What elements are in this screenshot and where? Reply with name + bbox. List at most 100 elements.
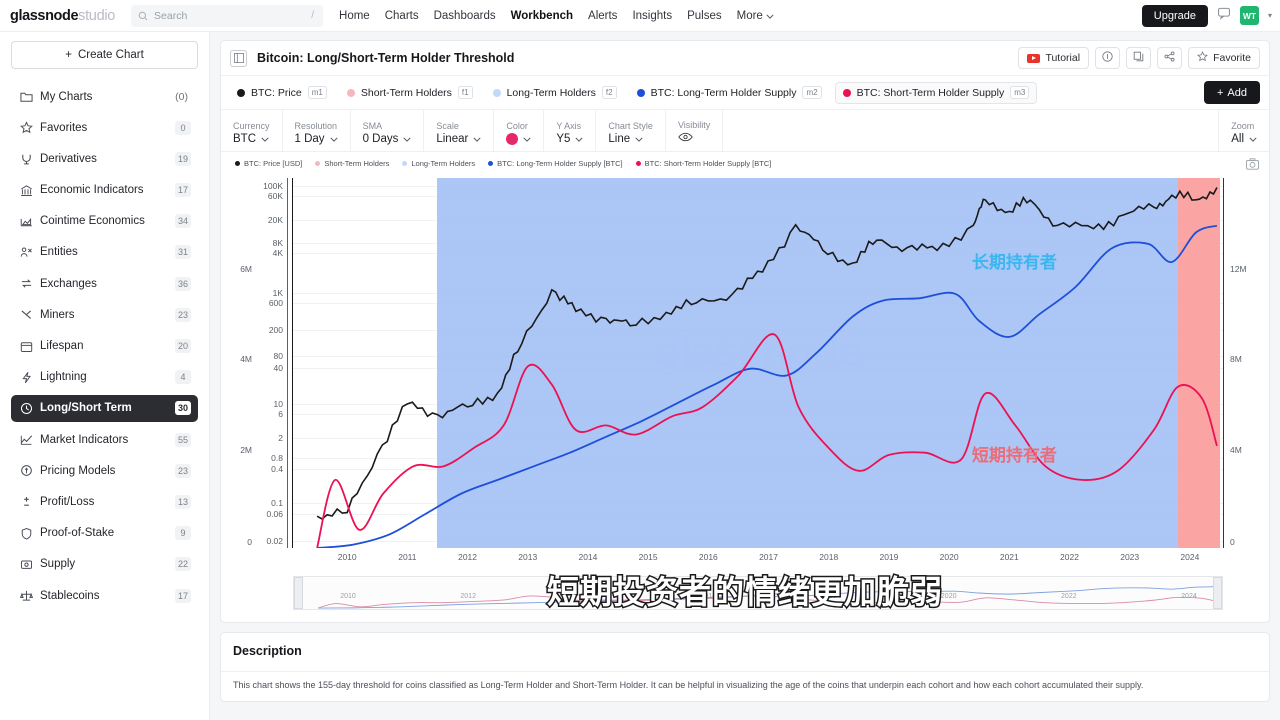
control-currency[interactable]: Currency BTC — [221, 110, 283, 151]
y-tick-right: 12M — [1230, 263, 1247, 274]
nav-more-menu[interactable]: More — [737, 10, 774, 22]
x-tick: 2023 — [1120, 552, 1140, 562]
y-tick-left-inner: 600 — [268, 297, 283, 308]
legend-label: Short-Term Holders — [324, 159, 390, 168]
sidebar-item-long-short-term[interactable]: Long/Short Term 30 — [11, 394, 198, 422]
sidebar-item-my-charts[interactable]: My Charts (0) — [11, 83, 198, 110]
control-sma[interactable]: SMA 0 Days — [351, 110, 425, 151]
chevron-down-icon — [766, 10, 774, 22]
nav-link-charts[interactable]: Charts — [385, 10, 419, 22]
metric-chip-4[interactable]: BTC: Long-Term Holder Supply m2 — [630, 82, 829, 104]
color-swatch — [506, 132, 519, 145]
sidebar-item-count: 17 — [174, 588, 191, 603]
sidebar-item-label: Supply — [40, 558, 76, 571]
sidebar-item-derivatives[interactable]: Derivatives 19 — [11, 145, 198, 172]
zoom-label: Zoom — [1231, 120, 1255, 131]
nav-link-dashboards[interactable]: Dashboards — [434, 10, 496, 22]
sidebar-item-count: 0 — [175, 120, 191, 135]
sidebar-item-market-indicators[interactable]: Market Indicators 55 — [11, 426, 198, 453]
range-year-tick: 2016 — [700, 593, 717, 600]
nav-link-pulses[interactable]: Pulses — [687, 10, 722, 22]
control-visibility[interactable]: Visibility — [666, 110, 724, 151]
copy-icon — [1133, 51, 1144, 65]
legend-item-3[interactable]: Long-Term Holders — [402, 159, 475, 168]
search-input[interactable]: Search / — [131, 4, 324, 27]
zoom-control[interactable]: Zoom All — [1218, 110, 1269, 151]
add-metric-button[interactable]: + Add — [1203, 81, 1260, 104]
control-color[interactable]: Color — [494, 110, 545, 151]
legend-item-5[interactable]: BTC: Short-Term Holder Supply [BTC] — [635, 159, 771, 168]
sidebar-item-pricing-models[interactable]: Pricing Models 23 — [11, 457, 198, 484]
toggle-panel-icon[interactable] — [230, 49, 247, 67]
sidebar-item-count: 36 — [174, 276, 191, 291]
brand-logo[interactable]: glassnode studio — [0, 8, 115, 24]
metric-chip-1[interactable]: BTC: Price m1 — [230, 82, 334, 104]
control-scale[interactable]: Scale Linear — [424, 110, 495, 151]
legend-item-1[interactable]: BTC: Price [USD] — [235, 159, 302, 168]
legend-item-2[interactable]: Short-Term Holders — [315, 159, 389, 168]
zoom-value: All — [1231, 132, 1244, 145]
range-selector-preview — [294, 577, 1222, 609]
nav-link-insights[interactable]: Insights — [632, 10, 672, 22]
metric-shortcut: f1 — [457, 86, 473, 99]
chevron-down-icon — [329, 133, 338, 145]
sidebar-item-miners[interactable]: Miners 23 — [11, 301, 198, 328]
sidebar-item-economic-indicators[interactable]: Economic Indicators 17 — [11, 177, 198, 204]
chevron-down-icon — [575, 133, 583, 145]
create-chart-button[interactable]: + Create Chart — [11, 41, 198, 69]
sidebar-item-label: Miners — [40, 308, 75, 321]
account-chevron-down-icon[interactable]: ▾ — [1268, 11, 1272, 20]
sidebar-item-exchanges[interactable]: Exchanges 36 — [11, 270, 198, 297]
metric-chip-3[interactable]: Long-Term Holders f2 — [486, 82, 624, 104]
sidebar-item-lifespan[interactable]: Lifespan 20 — [11, 333, 198, 360]
info-button[interactable] — [1095, 47, 1121, 69]
control-label: Y Axis — [556, 120, 582, 131]
sidebar-item-cointime-economics[interactable]: Cointime Economics 34 — [11, 208, 198, 235]
sidebar-item-supply[interactable]: Supply 22 — [11, 551, 198, 578]
metric-chip-2[interactable]: Short-Term Holders f1 — [340, 82, 480, 104]
sidebar-item-label: Economic Indicators — [40, 184, 144, 197]
duplicate-button[interactable] — [1126, 47, 1152, 69]
sidebar-item-lightning[interactable]: Lightning 4 — [11, 364, 198, 391]
metric-chip-5[interactable]: BTC: Short-Term Holder Supply m3 — [834, 81, 1038, 104]
favorite-button[interactable]: Favorite — [1188, 47, 1260, 69]
divider — [221, 671, 1269, 672]
chevron-down-icon — [261, 133, 269, 145]
control-resolution[interactable]: Resolution 1 Day — [283, 110, 351, 151]
sidebar-item-entities[interactable]: Entities 31 — [11, 239, 198, 266]
feedback-icon[interactable] — [1217, 6, 1231, 25]
sidebar-item-favorites[interactable]: Favorites 0 — [11, 114, 198, 141]
legend-item-4[interactable]: BTC: Long-Term Holder Supply [BTC] — [488, 159, 623, 168]
control-chart-style[interactable]: Chart Style Line — [596, 110, 666, 151]
chevron-down-icon — [1249, 133, 1257, 145]
y-axis-left-inner: 100K 60K 20K 8K 4K 1K 600 200 80 40 10 6 2 0.8 0.4 0.1 0… — [252, 178, 286, 548]
nav-link-workbench[interactable]: Workbench — [511, 10, 573, 22]
sidebar-item-stablecoins[interactable]: Stablecoins 17 — [11, 582, 198, 609]
control-y-axis[interactable]: Y Axis Y5 — [544, 110, 597, 151]
upgrade-button[interactable]: Upgrade — [1141, 4, 1208, 27]
share-button[interactable] — [1157, 47, 1183, 69]
range-handle-right[interactable] — [1213, 577, 1222, 609]
plot-canvas[interactable]: glassnode 长期持有者 短期持有者 — [293, 178, 1223, 548]
y-tick-left-outer: 4M — [240, 354, 252, 365]
x-tick: 2022 — [1060, 552, 1079, 562]
description-title: Description — [233, 644, 302, 658]
chart-controls-bar: Currency BTC Resolution 1 Day SMA 0 Days Scale… — [221, 110, 1269, 152]
range-handle-left[interactable] — [294, 577, 303, 609]
sidebar-item-label: Derivatives — [40, 152, 97, 165]
nav-link-alerts[interactable]: Alerts — [588, 10, 617, 22]
control-value: 0 Days — [362, 132, 399, 145]
avatar[interactable]: WT — [1239, 6, 1259, 25]
range-selector[interactable]: 2010 2012 2014 2016 2018 2020 2022 2024 — [293, 576, 1223, 610]
sidebar-item-label: Cointime Economics — [40, 215, 145, 228]
y-tick-left-inner: 0.1 — [271, 497, 283, 508]
tutorial-button[interactable]: Tutorial — [1018, 47, 1090, 69]
sidebar-item-proof-of-stake[interactable]: Proof-of-Stake 9 — [11, 520, 198, 547]
eye-icon[interactable] — [678, 132, 693, 145]
nav-link-home[interactable]: Home — [339, 10, 370, 22]
control-label: SMA — [362, 120, 383, 131]
y-tick-left-inner: 80 — [273, 351, 283, 362]
camera-snapshot-icon[interactable] — [1246, 157, 1259, 175]
sidebar-item-profit-loss[interactable]: Profit/Loss 13 — [11, 488, 198, 515]
y-tick-left-inner: 0.8 — [271, 452, 283, 463]
